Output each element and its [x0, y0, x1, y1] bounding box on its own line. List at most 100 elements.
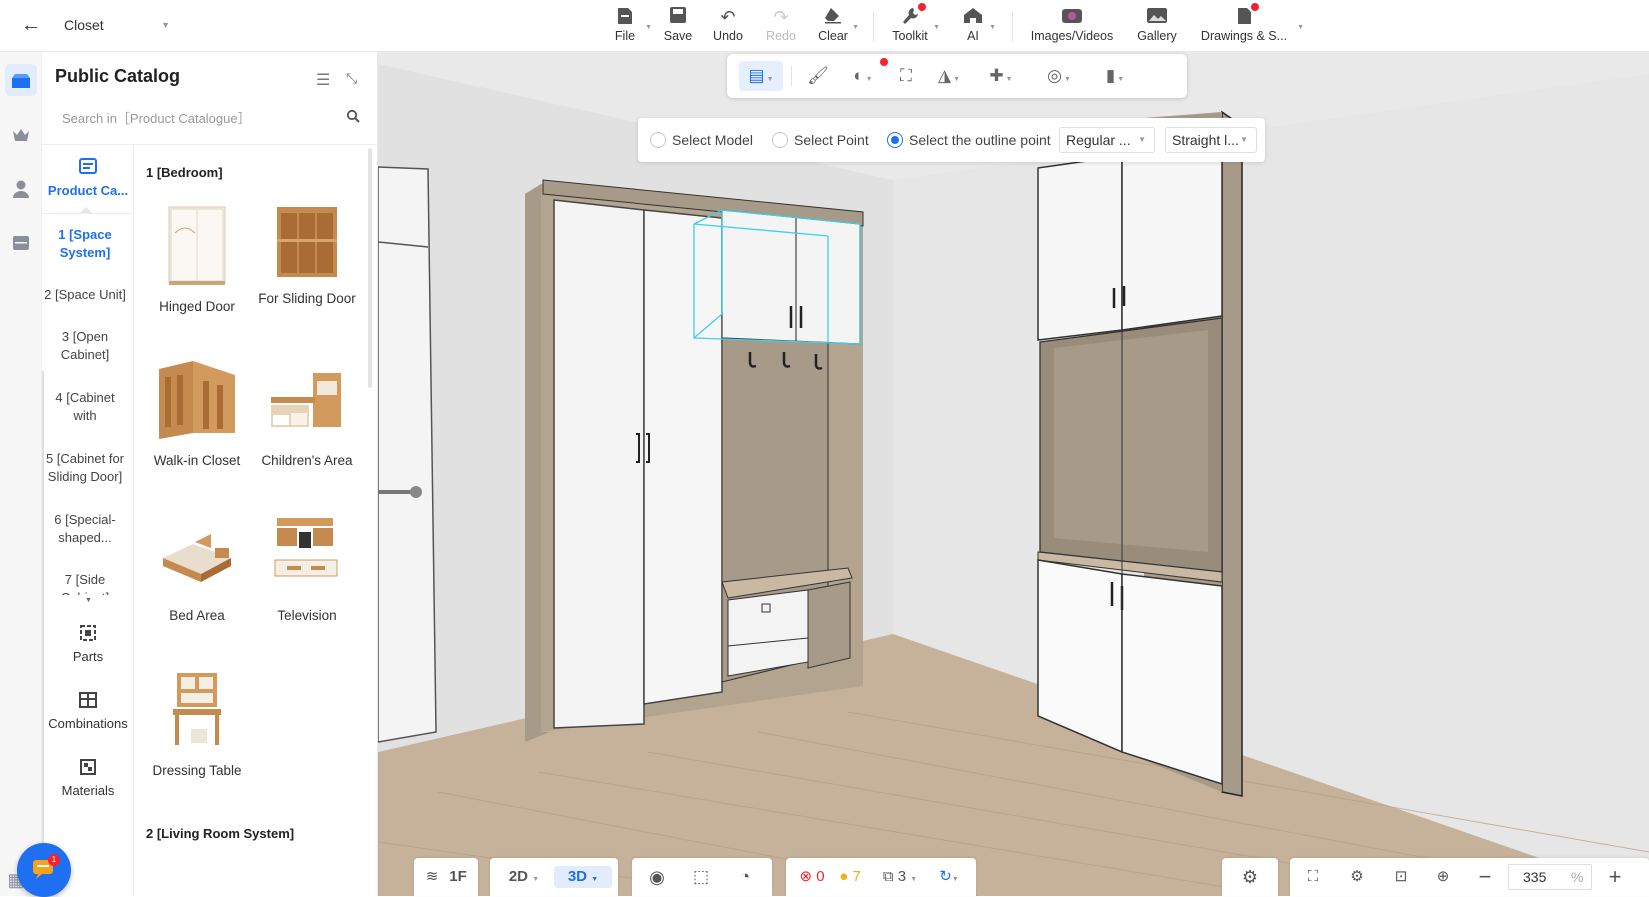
chevron-down-icon: ▼: [1138, 135, 1146, 144]
ai-button[interactable]: AI ▼: [958, 6, 996, 48]
subitem-sliding-cabinet[interactable]: 5 [Cabinet for Sliding Door]: [42, 450, 128, 486]
undo-icon: ↶: [720, 7, 736, 27]
palette-icon: ◐: [853, 66, 864, 85]
view-settings-icon[interactable]: ⚙: [1342, 866, 1372, 888]
search-icon[interactable]: [346, 109, 360, 126]
catalog-item-sliding-door[interactable]: For Sliding Door: [252, 203, 362, 308]
radio-select-outline-point[interactable]: Select the outline point: [887, 131, 1051, 149]
paint-brush-icon[interactable]: 🖌: [799, 61, 837, 91]
nav-combinations[interactable]: Combinations: [42, 690, 134, 731]
eye-icon[interactable]: ◉: [642, 866, 672, 888]
sync-icon[interactable]: ↻▼: [932, 866, 966, 888]
chevron-down-icon: ▼: [1005, 76, 1013, 83]
clear-button[interactable]: Clear ▼: [815, 6, 859, 48]
catalog-item-walk-in-closet[interactable]: Walk-in Closet: [142, 357, 252, 470]
radio-select-point[interactable]: Select Point: [772, 131, 869, 149]
back-arrow-icon[interactable]: ←: [18, 12, 44, 38]
catalog-scrollbar[interactable]: [368, 148, 372, 388]
save-button[interactable]: Save: [661, 6, 695, 48]
zoom-controls: ⛶ ⚙ ⊡ ⊕ − 335 % +: [1290, 858, 1649, 896]
cube-icon[interactable]: ⬚: [686, 866, 716, 888]
project-name: Closet: [64, 17, 104, 33]
frame-select-icon[interactable]: ⛶: [887, 61, 925, 91]
file-button[interactable]: File ▼: [606, 6, 652, 48]
subitem-hinged-cabinet[interactable]: 4 [Cabinet with Hinged...: [42, 389, 128, 427]
dropdown-straight[interactable]: Straight l... ▼: [1165, 127, 1257, 153]
plugin-button[interactable]: ✚ ▼: [979, 61, 1023, 91]
redo-button[interactable]: ↷ Redo: [763, 6, 799, 48]
nav-product-catalogue[interactable]: Product Ca...: [42, 157, 134, 198]
gauge-icon[interactable]: ◔: [730, 866, 760, 888]
fit-view-icon[interactable]: ⛶: [1298, 866, 1328, 888]
drawings-button[interactable]: Drawings & S... ▼: [1198, 6, 1304, 48]
undo-button[interactable]: ↶ Undo: [710, 6, 746, 48]
subitem-space-unit[interactable]: 2 [Space Unit]: [42, 286, 128, 304]
chevron-down-icon: ▼: [1117, 76, 1125, 83]
catalog-search: [52, 100, 368, 136]
select-icon: ▤: [748, 66, 765, 85]
3d-viewport[interactable]: [378, 52, 1649, 896]
zoom-out-button[interactable]: −: [1472, 866, 1498, 888]
camera-icon: [1028, 6, 1116, 28]
search-input[interactable]: [52, 100, 368, 136]
focus-icon[interactable]: ⊡: [1386, 866, 1416, 888]
clipboard-button[interactable]: ▮ ▼: [1093, 61, 1137, 91]
catalog-item-dressing-table[interactable]: Dressing Table: [142, 667, 252, 780]
catalog-item-hinged-door[interactable]: Hinged Door: [142, 203, 252, 316]
measure-button[interactable]: ◮ ▼: [927, 61, 971, 91]
dressing-table-thumbnail: [161, 667, 233, 753]
subitem-side-cabinet[interactable]: 7 [Side Cabinet]: [42, 571, 128, 595]
toolkit-button[interactable]: Toolkit ▼: [888, 6, 940, 48]
radio-circle: [650, 132, 666, 148]
view-3d-button[interactable]: 3D ▼: [554, 866, 612, 888]
subitem-space-system[interactable]: 1 [Space System]: [42, 226, 128, 262]
warning-count[interactable]: ● 7: [834, 866, 866, 888]
television-thumbnail: [271, 512, 343, 598]
item-count[interactable]: ⧉ 3 ▼: [874, 866, 926, 888]
zoom-unit: %: [1571, 869, 1584, 885]
selection-mode-panel: Select Model Select Point Select the out…: [638, 118, 1265, 162]
catalog-item-bed-area[interactable]: Bed Area: [142, 512, 252, 625]
hinged-door-thumbnail: [161, 203, 233, 289]
catalog-grid: 1 [Bedroom] Hinged Door For Sliding Door…: [134, 145, 378, 896]
radio-select-model[interactable]: Select Model: [650, 131, 753, 149]
scene-render: [378, 52, 1649, 896]
layers-icon[interactable]: ≋: [422, 866, 442, 888]
chevron-down-icon: ▼: [910, 876, 918, 883]
scroll-down-icon[interactable]: ▼: [85, 597, 92, 604]
toggle-settings-icon[interactable]: ⚙: [1236, 866, 1264, 888]
catalog-item-television[interactable]: Television: [252, 512, 362, 625]
gallery-button[interactable]: Gallery: [1135, 6, 1179, 48]
user-icon[interactable]: [5, 172, 37, 204]
puzzle-icon: ✚: [989, 66, 1004, 85]
notification-dot: [918, 3, 926, 11]
select-mode-button[interactable]: ▤ ▼: [739, 61, 783, 91]
collapse-icon[interactable]: ⤡: [346, 70, 357, 87]
error-icon: ⊗: [799, 868, 813, 885]
crown-icon[interactable]: [5, 118, 37, 150]
save-icon: [661, 6, 695, 28]
nav-parts[interactable]: Parts: [42, 623, 134, 664]
chevron-down-icon: ▼: [591, 876, 599, 883]
view-2d-button[interactable]: 2D ▼: [496, 866, 552, 888]
zoom-window-icon[interactable]: ⊕: [1428, 866, 1458, 888]
error-count[interactable]: ⊗ 0: [796, 866, 828, 888]
chat-button[interactable]: 1: [17, 843, 71, 897]
list-view-icon[interactable]: ☰: [316, 70, 330, 90]
project-selector[interactable]: Closet ▼: [50, 10, 182, 40]
subitem-special-shaped[interactable]: 6 [Special-shaped...: [42, 511, 128, 547]
subitem-open-cabinet[interactable]: 3 [Open Cabinet]: [42, 328, 128, 364]
nav-materials[interactable]: Materials: [42, 757, 134, 798]
catalog-item-childrens-area[interactable]: Children's Area: [252, 357, 362, 470]
zoom-field[interactable]: 335 %: [1508, 864, 1592, 890]
images-videos-button[interactable]: Images/Videos: [1028, 6, 1116, 48]
zoom-in-button[interactable]: +: [1602, 866, 1628, 888]
catalog-rail-icon[interactable]: [5, 64, 37, 96]
target-button[interactable]: ◎ ▼: [1037, 61, 1081, 91]
floor-label[interactable]: 1F: [446, 866, 470, 888]
dropdown-regular[interactable]: Regular ... ▼: [1059, 127, 1155, 153]
cabinet-icon[interactable]: [5, 226, 37, 258]
palette-button[interactable]: ◐ ▼: [841, 61, 885, 91]
file-icon: [606, 6, 644, 28]
radio-circle: [887, 132, 903, 148]
